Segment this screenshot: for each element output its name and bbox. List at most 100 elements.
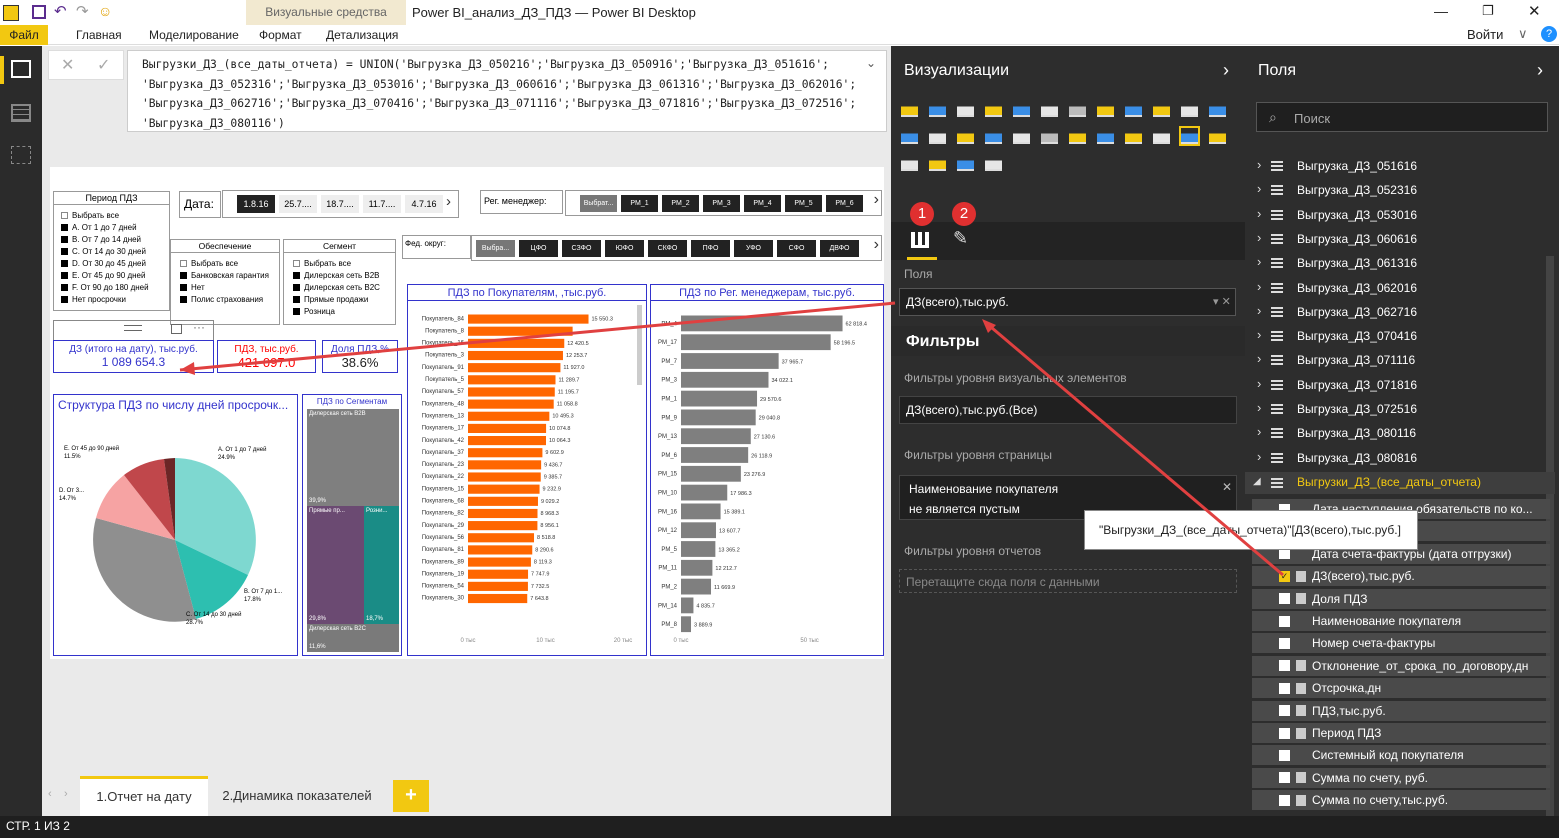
- remove-filter-icon[interactable]: ✕: [1222, 480, 1232, 494]
- viz-type-icon[interactable]: [1181, 101, 1198, 117]
- bar[interactable]: [468, 363, 561, 373]
- expand-icon[interactable]: ›: [1257, 449, 1261, 464]
- period-slicer-item[interactable]: Нет просрочки: [61, 293, 169, 305]
- add-page-button[interactable]: +: [393, 780, 429, 812]
- table-row[interactable]: › Выгрузка_ДЗ_072516: [1245, 399, 1545, 419]
- date-chip-0[interactable]: 1.8.16: [237, 195, 275, 213]
- checkbox-icon[interactable]: [61, 283, 68, 291]
- viz-type-icon[interactable]: [1153, 101, 1170, 117]
- table-row[interactable]: › Выгрузка_ДЗ_062716: [1245, 302, 1545, 322]
- viz-type-icon[interactable]: [1179, 126, 1200, 146]
- chevron-down-icon[interactable]: ∨: [1518, 26, 1528, 42]
- field-item[interactable]: Период ПДЗ: [1252, 723, 1550, 743]
- expand-icon[interactable]: ›: [1257, 230, 1261, 245]
- pie-visual[interactable]: Структура ПДЗ по числу дней просрочк... …: [53, 394, 298, 656]
- slicer-chip[interactable]: СКФО: [648, 240, 687, 257]
- table-row[interactable]: › Выгрузка_ДЗ_070416: [1245, 326, 1545, 346]
- checkbox-icon[interactable]: [180, 271, 187, 279]
- checkbox-icon[interactable]: [61, 235, 68, 243]
- visual-filter-item[interactable]: ДЗ(всего),тыс.руб.(Все): [899, 396, 1237, 424]
- card-pdz[interactable]: ПДЗ, тыс.руб. 421 097.0: [217, 340, 316, 373]
- help-icon[interactable]: ?: [1541, 26, 1557, 42]
- viz-type-icon[interactable]: [929, 101, 946, 117]
- bar[interactable]: [468, 338, 565, 348]
- bar[interactable]: [681, 334, 831, 351]
- bar[interactable]: [681, 447, 749, 463]
- formula-expand-icon[interactable]: ⌄: [866, 56, 876, 70]
- expand-icon[interactable]: ›: [1257, 181, 1261, 196]
- segment-slicer-item[interactable]: Выбрать все: [293, 257, 395, 269]
- bar[interactable]: [681, 559, 713, 576]
- date-next-icon[interactable]: ›: [446, 193, 451, 210]
- segment-slicer-item[interactable]: Дилерская сеть B2B: [293, 269, 395, 281]
- checkbox-icon[interactable]: [61, 223, 68, 231]
- field-checkbox[interactable]: [1279, 615, 1290, 627]
- expand-icon[interactable]: ›: [1257, 376, 1261, 391]
- drag-handle-icon[interactable]: [124, 325, 142, 331]
- undo-icon[interactable]: ↶: [54, 2, 67, 20]
- expand-icon[interactable]: ›: [1257, 303, 1261, 318]
- card-dz[interactable]: ДЗ (итого на дату), тыс.руб. 1 089 654.3: [53, 340, 214, 373]
- checkbox-icon[interactable]: [293, 307, 300, 315]
- checkbox-icon[interactable]: [61, 295, 68, 303]
- checkbox-icon[interactable]: [180, 295, 187, 303]
- close-icon[interactable]: ✕: [1528, 2, 1541, 20]
- slicer-chip[interactable]: ПФО: [691, 240, 730, 257]
- field-checkbox[interactable]: [1279, 593, 1290, 605]
- viz-type-icon[interactable]: [1097, 101, 1114, 117]
- cancel-formula-icon[interactable]: ✕: [61, 55, 74, 75]
- fields-collapse-icon[interactable]: ›: [1537, 60, 1543, 81]
- bar[interactable]: [681, 484, 728, 501]
- bar[interactable]: [468, 350, 563, 361]
- period-slicer-item[interactable]: Выбрать все: [61, 209, 169, 221]
- card-share[interactable]: Доля ПДЗ,% 38.6%: [322, 340, 398, 373]
- field-search[interactable]: ⌕ Поиск: [1256, 102, 1548, 132]
- viz-collapse-icon[interactable]: ›: [1223, 60, 1229, 81]
- fields-well[interactable]: ДЗ(всего),тыс.руб. ▾ ✕: [899, 288, 1236, 316]
- bar[interactable]: [468, 436, 546, 446]
- field-checkbox[interactable]: [1279, 794, 1290, 806]
- segment-slicer-item[interactable]: Розница: [293, 305, 395, 317]
- tab-format[interactable]: Формат: [259, 28, 302, 42]
- viz-type-icon[interactable]: [985, 128, 1002, 144]
- field-checkbox[interactable]: [1279, 749, 1290, 761]
- report-filters-dropzone[interactable]: Перетащите сюда поля с данными: [899, 569, 1237, 593]
- slicer-next-icon[interactable]: ›: [874, 191, 879, 209]
- security-slicer-item[interactable]: Банковская гарантия: [180, 269, 279, 281]
- slicer-chip[interactable]: PM_5: [785, 195, 822, 212]
- segment-slicer-item[interactable]: Дилерская сеть B2C: [293, 281, 395, 293]
- security-slicer-item[interactable]: Нет: [180, 281, 279, 293]
- expand-icon[interactable]: ›: [1257, 206, 1261, 221]
- bar[interactable]: [468, 496, 538, 506]
- page-tab-1[interactable]: 1.Отчет на дату: [80, 776, 208, 816]
- field-item[interactable]: Сумма по счету,тыс.руб.: [1252, 790, 1550, 811]
- slicer-chip[interactable]: ЮФО: [605, 240, 644, 257]
- signin-link[interactable]: Войти: [1467, 27, 1503, 42]
- bar[interactable]: [468, 593, 528, 604]
- viz-type-icon[interactable]: [1069, 128, 1086, 144]
- expand-icon[interactable]: ›: [1257, 351, 1261, 366]
- tab-home[interactable]: Главная: [76, 28, 122, 42]
- bar[interactable]: [468, 314, 589, 324]
- slicer-chip[interactable]: PM_4: [744, 195, 781, 212]
- period-slicer-item[interactable]: D. От 30 до 45 дней: [61, 257, 169, 269]
- bar[interactable]: [681, 503, 721, 520]
- bar[interactable]: [468, 399, 554, 409]
- field-item[interactable]: ✓ ДЗ(всего),тыс.руб.: [1252, 566, 1550, 587]
- expand-icon[interactable]: ›: [1257, 400, 1261, 415]
- viz-type-icon[interactable]: [1041, 128, 1058, 144]
- checkbox-icon[interactable]: [293, 295, 300, 303]
- viz-type-icon[interactable]: [1069, 101, 1086, 117]
- field-checkbox[interactable]: [1279, 682, 1290, 694]
- viz-type-icon[interactable]: [957, 101, 974, 117]
- bar[interactable]: [468, 557, 531, 567]
- security-slicer-item[interactable]: Полис страхования: [180, 293, 279, 305]
- checkbox-icon[interactable]: [61, 211, 68, 219]
- slicer-chip[interactable]: СФО: [777, 240, 816, 257]
- viz-type-icon[interactable]: [1097, 128, 1114, 144]
- date-chip-4[interactable]: 4.7.16: [405, 195, 443, 213]
- field-checkbox[interactable]: [1279, 637, 1290, 649]
- smiley-icon[interactable]: ☺: [98, 3, 112, 19]
- viz-type-icon[interactable]: [1013, 101, 1030, 117]
- tab-modeling[interactable]: Моделирование: [149, 28, 239, 42]
